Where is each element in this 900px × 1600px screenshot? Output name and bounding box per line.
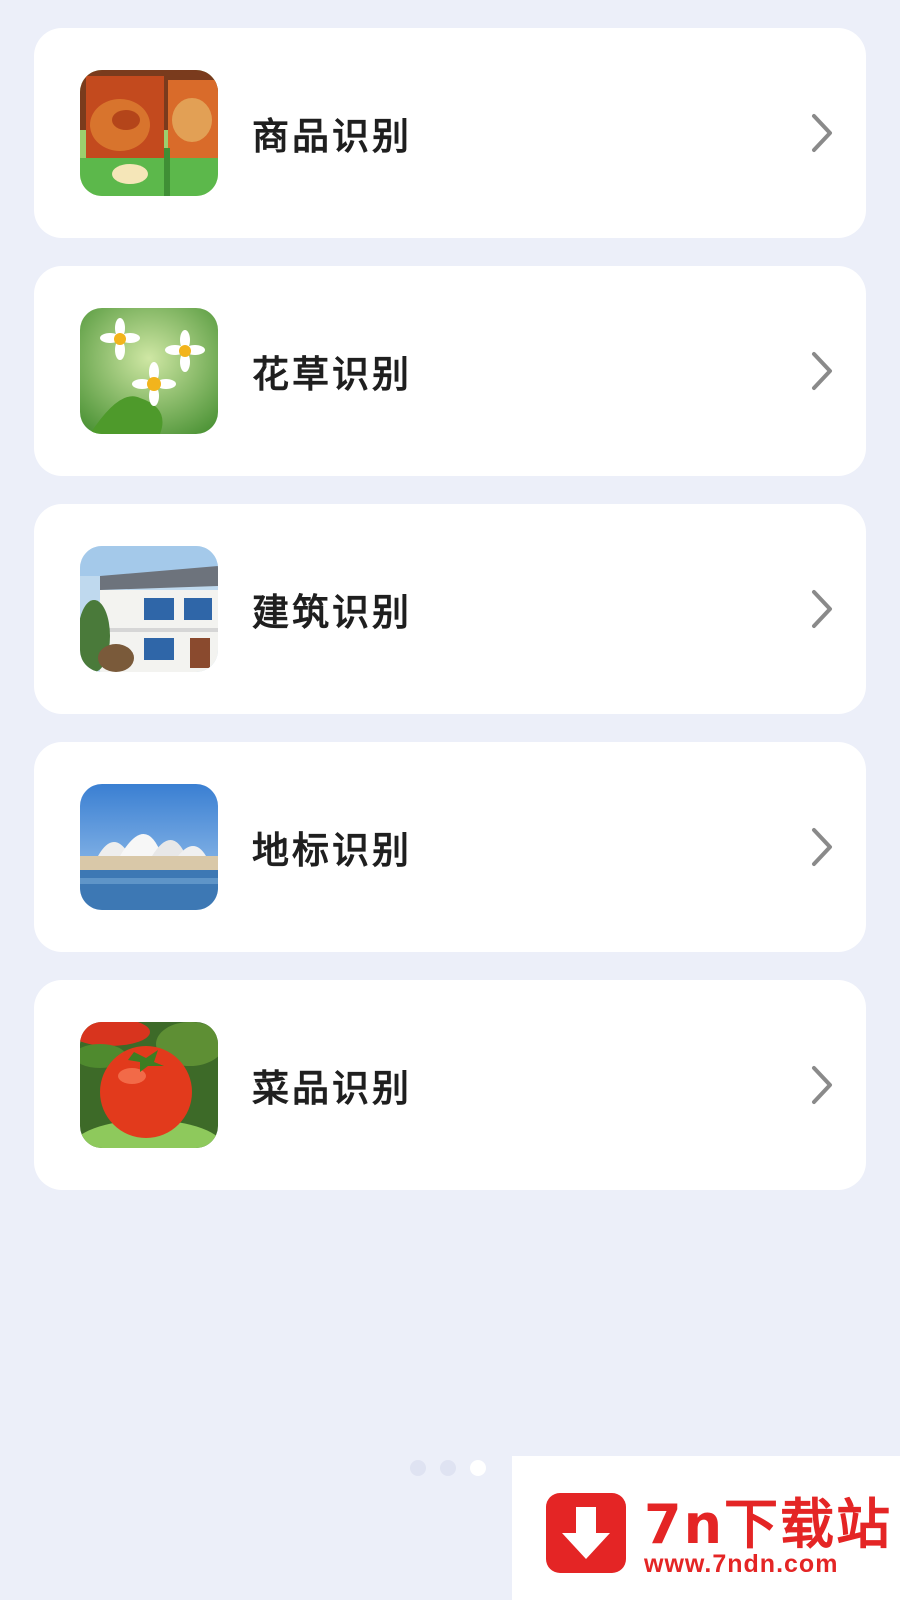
landmark-opera-house-thumbnail [80,784,218,910]
chevron-right-icon [808,350,836,392]
chevron-right-icon [808,112,836,154]
chevron-right-icon [808,588,836,630]
chevron-right-icon [808,826,836,868]
menu-item-label: 建筑识别 [252,591,412,634]
building-house-thumbnail [80,546,218,672]
pager-dot-active[interactable] [470,1460,486,1476]
site-watermark: 7n下载站 www.7ndn.com [512,1456,900,1600]
menu-item-label: 菜品识别 [252,1067,412,1110]
pager-dot[interactable] [410,1460,426,1476]
pager-dot[interactable] [440,1460,456,1476]
menu-item-building[interactable]: 建筑识别 [34,504,866,714]
menu-item-label: 商品识别 [252,115,412,158]
download-arrow-icon [546,1493,626,1573]
recognition-menu-screen: 商品识别 花草识别 建筑识别 地标识别 菜品识别 7n下载站 www.7ndn.… [0,0,900,1600]
flower-plant-thumbnail [80,308,218,434]
watermark-title: 7n下载站 [644,1493,893,1556]
menu-item-label: 地标识别 [252,829,412,872]
watermark-url: www.7ndn.com [644,1550,839,1578]
menu-item-landmark[interactable]: 地标识别 [34,742,866,952]
chevron-right-icon [808,1064,836,1106]
menu-item-label: 花草识别 [252,353,412,396]
menu-item-flowers[interactable]: 花草识别 [34,266,866,476]
pager-indicator [410,1460,486,1476]
dish-tomato-thumbnail [80,1022,218,1148]
menu-item-dish[interactable]: 菜品识别 [34,980,866,1190]
menu-item-goods[interactable]: 商品识别 [34,28,866,238]
goods-product-thumbnail [80,70,218,196]
